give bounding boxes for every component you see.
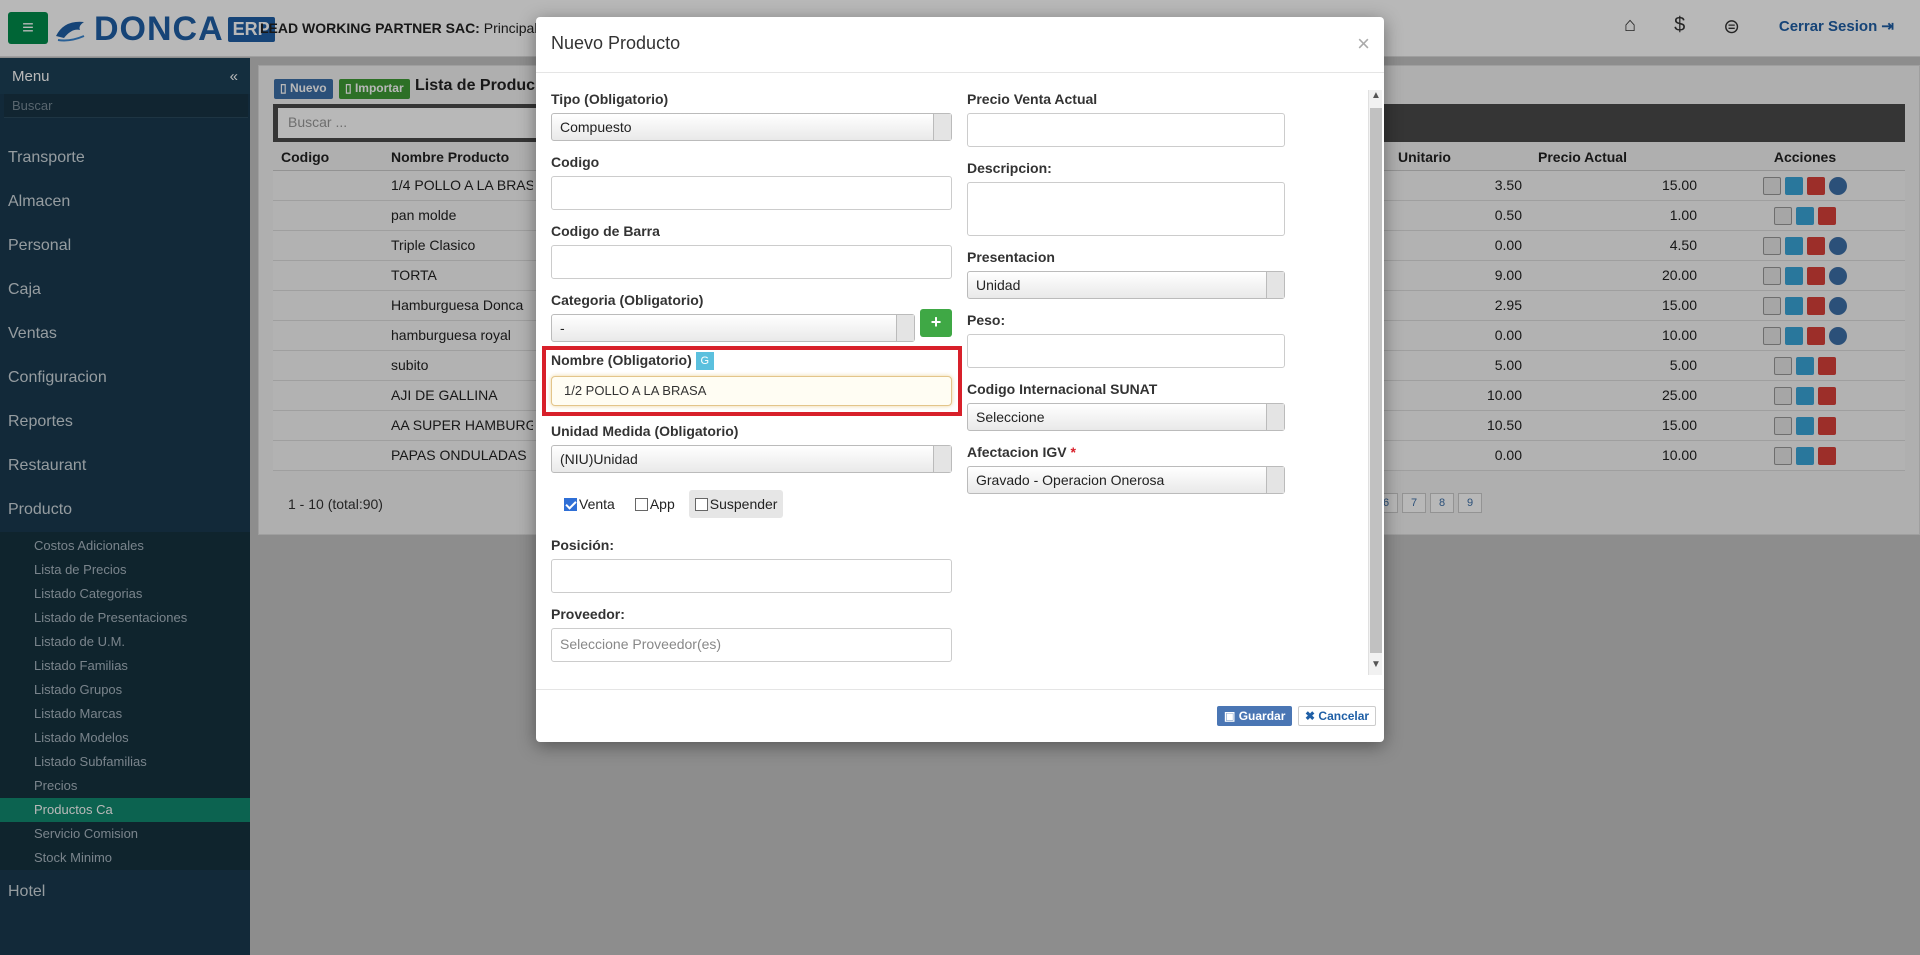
chevron-down-icon bbox=[1266, 404, 1284, 430]
save-button[interactable]: ▣ Guardar bbox=[1217, 706, 1293, 726]
scroll-down-icon[interactable]: ▼ bbox=[1369, 659, 1383, 675]
sunat-label: Codigo Internacional SUNAT bbox=[967, 381, 1158, 397]
nombre-field: Nombre (Obligatorio) G 1/2 POLLO A LA BRA… bbox=[551, 352, 952, 407]
tipo-value: Compuesto bbox=[560, 119, 632, 135]
modal-title: Nuevo Producto bbox=[551, 33, 681, 53]
proveedor-field: Proveedor: Seleccione Proveedor(es) bbox=[551, 606, 952, 662]
chevron-down-icon bbox=[1266, 467, 1284, 493]
chevron-down-icon bbox=[933, 114, 951, 140]
unidad-select[interactable]: (NIU)Unidad bbox=[551, 445, 952, 473]
codigo-field: Codigo bbox=[551, 154, 952, 210]
chevron-down-icon bbox=[933, 446, 951, 472]
chevron-down-icon bbox=[896, 315, 914, 341]
barra-field: Codigo de Barra bbox=[551, 223, 952, 279]
presentacion-field: Presentacion Unidad bbox=[967, 249, 1285, 299]
tipo-select[interactable]: Compuesto bbox=[551, 113, 952, 141]
sunat-field: Codigo Internacional SUNAT Seleccione bbox=[967, 381, 1285, 431]
close-x-icon: ✖ bbox=[1305, 709, 1316, 723]
unidad-label: Unidad Medida (Obligatorio) bbox=[551, 423, 739, 439]
presentacion-value: Unidad bbox=[976, 277, 1021, 293]
venta-checkbox[interactable]: Venta bbox=[558, 490, 621, 518]
categoria-select[interactable]: - bbox=[551, 314, 915, 342]
tipo-field: Tipo (Obligatorio) Compuesto bbox=[551, 91, 952, 141]
unidad-field: Unidad Medida (Obligatorio) (NIU)Unidad bbox=[551, 423, 952, 473]
tipo-label: Tipo (Obligatorio) bbox=[551, 91, 669, 107]
save-button-label: Guardar bbox=[1238, 709, 1286, 723]
igv-label-wrap: Afectacion IGV * bbox=[967, 444, 1285, 460]
modal-header: Nuevo Producto × bbox=[536, 17, 1384, 73]
igv-value: Gravado - Operacion Onerosa bbox=[976, 472, 1165, 488]
suspender-label: Suspender bbox=[709, 496, 778, 512]
igv-select[interactable]: Gravado - Operacion Onerosa bbox=[967, 466, 1285, 494]
precio-label: Precio Venta Actual bbox=[967, 91, 1098, 107]
sunat-value: Seleccione bbox=[976, 409, 1045, 425]
descripcion-field: Descripcion: bbox=[967, 160, 1285, 236]
posicion-label: Posición: bbox=[551, 537, 615, 553]
igv-field: Afectacion IGV * Gravado - Operacion One… bbox=[967, 444, 1285, 494]
cancel-button[interactable]: ✖ Cancelar bbox=[1298, 706, 1377, 726]
save-icon: ▣ bbox=[1224, 709, 1236, 723]
checkbox-checked[interactable] bbox=[564, 497, 577, 511]
descripcion-textarea[interactable] bbox=[967, 182, 1285, 236]
codigo-input[interactable] bbox=[551, 176, 952, 210]
nombre-input[interactable]: 1/2 POLLO A LA BRASA bbox=[551, 376, 952, 407]
descripcion-label: Descripcion: bbox=[967, 160, 1052, 176]
modal-footer: ▣ Guardar ✖ Cancelar bbox=[536, 689, 1384, 742]
barcode-input[interactable] bbox=[551, 245, 952, 279]
peso-field: Peso: bbox=[967, 312, 1285, 368]
app-checkbox[interactable]: App bbox=[629, 490, 681, 518]
proveedor-label: Proveedor: bbox=[551, 606, 625, 622]
suspender-checkbox[interactable]: Suspender bbox=[688, 490, 784, 518]
unidad-value: (NIU)Unidad bbox=[560, 451, 638, 467]
peso-label: Peso: bbox=[967, 312, 1006, 328]
igv-label: Afectacion IGV bbox=[967, 444, 1067, 460]
precio-input[interactable] bbox=[967, 113, 1285, 147]
google-icon[interactable]: G bbox=[695, 352, 714, 371]
peso-input[interactable] bbox=[967, 334, 1285, 368]
app-label: App bbox=[649, 496, 675, 512]
checkbox-unchecked[interactable] bbox=[634, 497, 648, 511]
barra-label: Codigo de Barra bbox=[551, 223, 660, 239]
categoria-value: - bbox=[560, 320, 565, 336]
categoria-field: Categoria (Obligatorio) - bbox=[551, 292, 915, 342]
add-category-button[interactable]: + bbox=[920, 309, 952, 337]
scroll-up-icon[interactable]: ▲ bbox=[1369, 90, 1383, 106]
posicion-field: Posición: bbox=[551, 537, 952, 593]
checkbox-unchecked[interactable] bbox=[694, 497, 708, 511]
checkbox-row: Venta App Suspender bbox=[558, 490, 784, 518]
presentacion-label: Presentacion bbox=[967, 249, 1055, 265]
cancel-button-label: Cancelar bbox=[1318, 709, 1370, 723]
nombre-label: Nombre (Obligatorio) bbox=[551, 352, 692, 368]
required-marker: * bbox=[1070, 444, 1076, 460]
posicion-input[interactable] bbox=[551, 559, 952, 593]
sunat-select[interactable]: Seleccione bbox=[967, 403, 1285, 431]
codigo-label: Codigo bbox=[551, 154, 600, 170]
scrollbar-thumb[interactable] bbox=[1370, 108, 1382, 653]
categoria-label: Categoria (Obligatorio) bbox=[551, 292, 704, 308]
precio-field: Precio Venta Actual bbox=[967, 91, 1285, 147]
proveedor-input[interactable]: Seleccione Proveedor(es) bbox=[551, 628, 952, 662]
modal-scrollbar[interactable]: ▲ ▼ bbox=[1368, 90, 1382, 675]
presentacion-select[interactable]: Unidad bbox=[967, 271, 1285, 299]
close-icon[interactable]: × bbox=[1357, 31, 1370, 57]
chevron-down-icon bbox=[1266, 272, 1284, 298]
venta-label: Venta bbox=[579, 496, 615, 512]
